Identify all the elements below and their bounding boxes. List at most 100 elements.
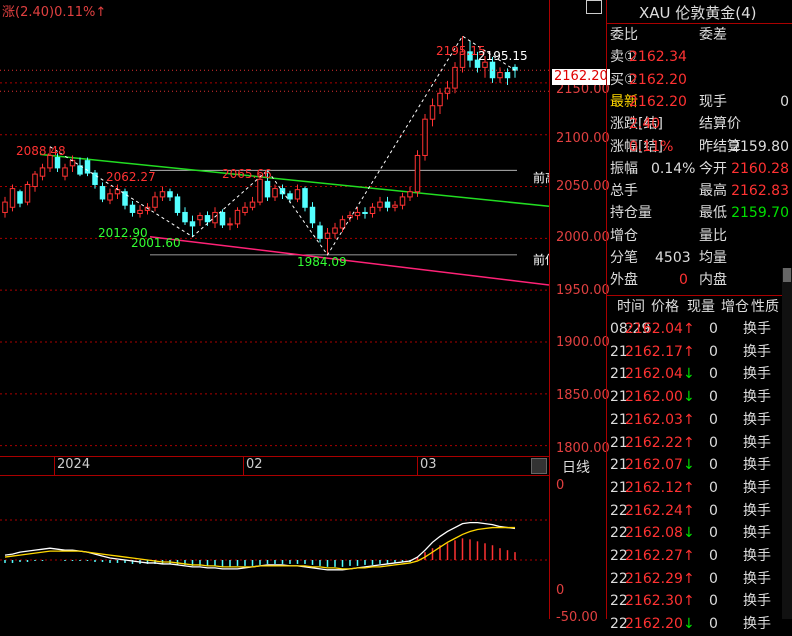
candle-body: [2, 201, 8, 213]
candle-body: [392, 204, 398, 208]
quote-row: 买① 2162.20: [607, 69, 792, 91]
trade-price: 2162.07: [625, 457, 683, 474]
time-tick: [54, 457, 55, 476]
trade-volume: 0: [709, 434, 718, 451]
candle-body: [197, 215, 203, 221]
time-axis: 2024 02 03: [0, 456, 549, 476]
swing-label: 2001.60: [131, 236, 181, 250]
trade-row: 21 2162.03 ↑ 0 换手: [607, 409, 792, 432]
period-toggle-button[interactable]: [531, 458, 547, 474]
trade-nature: 换手: [743, 366, 771, 383]
candle-body: [272, 188, 278, 198]
candle-body: [362, 211, 368, 214]
quote-label-2: 均量: [699, 250, 727, 266]
candle-body: [317, 225, 323, 239]
trade-nature: 换手: [743, 479, 771, 496]
trade-volume: 0: [709, 343, 718, 360]
candle-body: [54, 157, 61, 169]
scrollbar-thumb[interactable]: [783, 268, 791, 282]
trades-header-nature: 性质: [751, 299, 779, 315]
candle-body: [339, 219, 346, 229]
quote-label-2: 内盘: [699, 272, 727, 289]
quote-row: 增仓 量比: [607, 225, 792, 247]
quote-row: 持仓量 最低 2159.70: [607, 202, 792, 224]
candle-body: [264, 180, 271, 198]
trade-row: 21 2162.00 ↓ 0 换手: [607, 386, 792, 409]
quote-label-2: 今开: [699, 160, 727, 177]
quote-value-2: 2160.28: [731, 160, 789, 177]
swing-label: 1984.09: [297, 255, 347, 269]
arrow-down-icon: ↓: [683, 525, 695, 542]
trade-price: 2162.29: [625, 570, 683, 587]
quote-value: 2162.20: [629, 93, 687, 110]
candle-body: [62, 167, 68, 177]
trades-header-time: 时间: [617, 299, 645, 315]
candle-body: [122, 191, 128, 206]
trade-row: 22 2162.24 ↑ 0 换手: [607, 500, 792, 523]
candle-body: [99, 186, 106, 200]
trade-volume: 0: [709, 570, 718, 587]
quote-label-2: 最低: [699, 205, 727, 222]
candle-body: [369, 206, 376, 214]
trade-volume: 0: [709, 389, 718, 406]
trade-nature: 换手: [743, 434, 771, 451]
quote-row: 分笔 4503 均量: [607, 247, 792, 269]
candlestick-chart[interactable]: 2088.482062.27 2065.662012.902001.601984.…: [0, 0, 549, 456]
candle-body: [92, 172, 98, 185]
swing-label: 2065.66: [222, 167, 272, 181]
macd-indicator-chart[interactable]: [0, 476, 549, 619]
trade-volume: 0: [709, 479, 718, 496]
candle-body: [189, 221, 196, 227]
arrow-up-icon: ↑: [683, 343, 695, 360]
trade-nature: 换手: [743, 321, 771, 337]
candle-body: [17, 191, 23, 204]
arrow-down-icon: ↓: [683, 366, 695, 383]
trade-row: 21 2162.04 ↓ 0 换手: [607, 363, 792, 386]
quote-value-2: 2159.80: [731, 138, 789, 155]
arrow-up-icon: ↑: [683, 411, 695, 428]
trade-volume: 0: [709, 321, 718, 337]
candle-body: [84, 160, 91, 174]
instrument-title[interactable]: XAU 伦敦黄金(4): [607, 0, 792, 24]
candle-body: [114, 189, 121, 195]
trade-volume: 0: [709, 366, 718, 383]
trades-header-position: 增仓: [721, 299, 749, 315]
trade-volume: 0: [709, 411, 718, 428]
quote-label-2: 量比: [699, 227, 727, 244]
quote-value-2: 0: [780, 93, 789, 110]
candle-body: [302, 188, 308, 208]
time-tick: [243, 457, 244, 476]
instrument-name: XAU 伦敦黄金(4): [639, 4, 757, 22]
indicator-tick-label: 0: [556, 583, 565, 598]
price-tick-label: 1800.00: [556, 441, 610, 456]
quote-value-2: 2162.83: [731, 183, 789, 200]
arrow-down-icon: ↓: [683, 457, 695, 474]
quote-label: 振幅: [610, 160, 638, 177]
price-axis: 2150.00 2100.00 2050.00 2000.00 1950.00 …: [549, 0, 610, 625]
trade-row: 22 2162.29 ↑ 0 换手: [607, 568, 792, 591]
trade-volume: 0: [709, 593, 718, 610]
candle-body: [399, 196, 406, 206]
swing-label: 2088.48: [16, 144, 66, 158]
candle-body: [354, 211, 361, 217]
trade-row: 21 2162.07 ↓ 0 换手: [607, 454, 792, 477]
quote-label-2: 委差: [699, 27, 727, 43]
trades-scrollbar[interactable]: [782, 268, 792, 619]
indicator-tick-label: -50.00: [556, 610, 598, 625]
quote-value: 0.14%: [651, 160, 696, 177]
quote-value: 2162.20: [629, 71, 687, 88]
quote-label-2: 现手: [699, 93, 727, 110]
quote-row: 涨幅[结] 0.11% 昨结算 2159.80: [607, 136, 792, 158]
trade-row: 22 2162.27 ↑ 0 换手: [607, 545, 792, 568]
trade-price: 2162.04: [625, 366, 683, 383]
arrow-up-icon: ↑: [683, 479, 695, 496]
price-tick-label: 1900.00: [556, 335, 610, 350]
candle-body: [414, 154, 421, 193]
quote-value: 0.11%: [629, 138, 674, 155]
trade-row: 08:29 2162.04 ↑ 0 换手: [607, 318, 792, 341]
quote-label-2: 结算价: [699, 116, 741, 133]
candle-body: [219, 211, 226, 226]
quote-row: 外盘 0 内盘: [607, 269, 792, 291]
quote-label: 增仓: [610, 227, 638, 244]
candle-body: [174, 196, 181, 213]
